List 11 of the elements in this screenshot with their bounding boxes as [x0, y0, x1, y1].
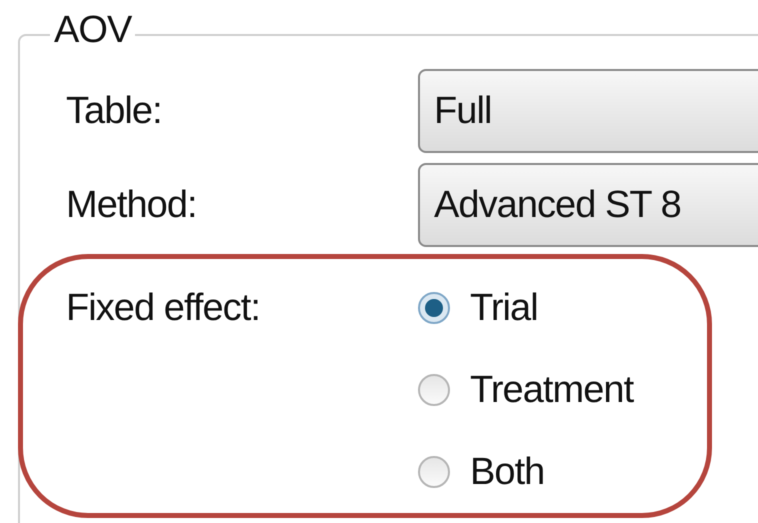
- radio-button[interactable]: [418, 292, 450, 324]
- radio-button[interactable]: [418, 456, 450, 488]
- field-label: Method:: [66, 182, 198, 228]
- dropdown[interactable]: Full: [418, 69, 758, 153]
- radio-option[interactable]: Both: [418, 442, 634, 502]
- radio-option[interactable]: Trial: [418, 278, 634, 338]
- field-label: Fixed effect:: [66, 286, 261, 331]
- dropdown[interactable]: Advanced ST 8: [418, 163, 758, 247]
- radio-button[interactable]: [418, 374, 450, 406]
- radio-option[interactable]: Treatment: [418, 360, 634, 420]
- field-label: Table:: [66, 88, 163, 134]
